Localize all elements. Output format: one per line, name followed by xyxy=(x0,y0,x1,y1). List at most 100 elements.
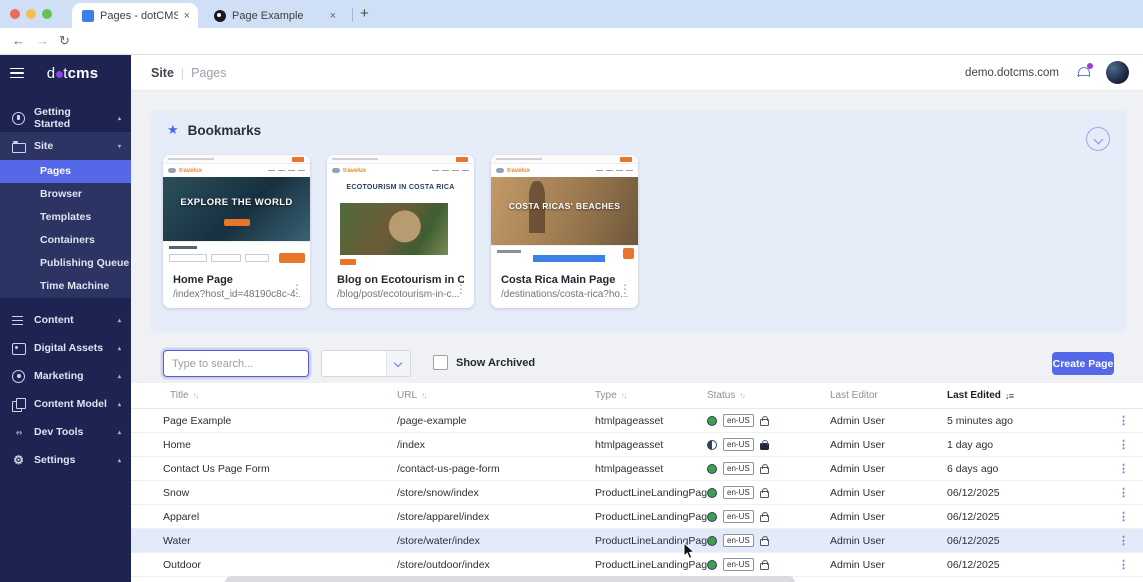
create-page-button[interactable]: Create Page xyxy=(1052,352,1114,375)
table-row[interactable]: Apparel /store/apparel/index ProductLine… xyxy=(131,505,1143,529)
sidebar-item-containers[interactable]: Containers xyxy=(0,229,131,252)
window-minimize-button[interactable] xyxy=(26,9,36,19)
sidebar-item-browser[interactable]: Browser xyxy=(0,183,131,206)
page-title[interactable]: Contact Us Page Form xyxy=(163,463,397,475)
column-header-status[interactable]: Status↑↓ xyxy=(707,390,830,401)
chevron-up-icon[interactable]: ▴ xyxy=(118,429,121,436)
column-header-type[interactable]: Type↑↓ xyxy=(595,390,707,401)
bookmark-card-costa-rica[interactable]: travelux COSTA RICAS' BEACHES Costa Rica… xyxy=(491,155,638,308)
breadcrumb-site[interactable]: Site xyxy=(151,66,174,80)
sidebar-item-digital-assets[interactable]: Digital Assets ▴ xyxy=(0,334,131,362)
chevron-up-icon[interactable]: ▴ xyxy=(118,457,121,464)
horizontal-scrollbar[interactable] xyxy=(225,576,795,582)
table-row-hovered[interactable]: Water /store/water/index ProductLineLand… xyxy=(131,529,1143,553)
column-header-last-edited[interactable]: Last Edited↓≡ xyxy=(947,390,1106,401)
sidebar-item-getting-started[interactable]: Getting Started ▴ xyxy=(0,104,131,132)
sidebar-item-templates[interactable]: Templates xyxy=(0,206,131,229)
table-row[interactable]: Snow /store/snow/index ProductLineLandin… xyxy=(131,481,1143,505)
bookmarks-star-icon: ★ xyxy=(167,122,179,138)
column-header-title[interactable]: Title↑↓ xyxy=(163,390,397,401)
row-menu-icon[interactable]: ⋮ xyxy=(1106,558,1143,571)
chevron-up-icon[interactable]: ▴ xyxy=(118,345,121,352)
browser-tab-active[interactable]: Pages - dotCMS Content Ma × xyxy=(72,3,198,28)
row-menu-icon[interactable]: ⋮ xyxy=(1106,486,1143,499)
row-menu-icon[interactable]: ⋮ xyxy=(1106,534,1143,547)
browser-tab-inactive[interactable]: Page Example × xyxy=(204,3,344,28)
lock-icon xyxy=(760,515,769,522)
sidebar-item-content-model[interactable]: Content Model ▴ xyxy=(0,390,131,418)
chevron-down-icon[interactable]: ▾ xyxy=(118,143,121,150)
user-avatar[interactable] xyxy=(1106,61,1129,84)
show-archived-checkbox[interactable] xyxy=(433,355,448,370)
new-tab-button[interactable]: + xyxy=(360,5,369,22)
sidebar-item-content[interactable]: Content ▴ xyxy=(0,306,131,334)
back-icon[interactable]: ← xyxy=(12,33,25,48)
blue-bar xyxy=(533,255,605,262)
row-menu-icon[interactable]: ⋮ xyxy=(1106,510,1143,523)
column-header-last-editor[interactable]: Last Editor xyxy=(830,390,947,401)
sidebar-item-publishing-queue[interactable]: Publishing Queue xyxy=(0,252,131,275)
page-url: /index xyxy=(397,439,595,451)
folder-icon xyxy=(12,140,25,153)
language-select[interactable] xyxy=(321,350,411,377)
page-title[interactable]: Apparel xyxy=(163,511,397,523)
bookmark-title[interactable]: Home Page xyxy=(173,274,300,286)
page-title[interactable]: Water xyxy=(163,535,397,547)
thumbnail-topbar xyxy=(327,155,474,164)
page-type: htmlpageasset xyxy=(595,463,707,475)
thumbnail-nav-links xyxy=(432,170,469,172)
chevron-up-icon[interactable]: ▴ xyxy=(118,401,121,408)
page-title[interactable]: Page Example xyxy=(163,415,397,427)
image-icon xyxy=(12,342,25,355)
tab-close-icon[interactable]: × xyxy=(184,10,190,22)
sort-icon[interactable]: ↑↓ xyxy=(193,391,198,400)
chevron-up-icon[interactable]: ▴ xyxy=(118,373,121,380)
bookmark-card-home-page[interactable]: travelux EXPLORE THE WORLD Home Page /in… xyxy=(163,155,310,308)
language-badge: en-US xyxy=(723,510,754,523)
bookmark-menu-icon[interactable]: ⋮ xyxy=(291,282,303,296)
lock-icon xyxy=(760,539,769,546)
window-close-button[interactable] xyxy=(10,9,20,19)
thumbnail-navbar: travelux xyxy=(491,164,638,177)
sidebar-item-time-machine[interactable]: Time Machine xyxy=(0,275,131,298)
notifications-bell-icon[interactable] xyxy=(1077,67,1090,79)
sidebar-item-site[interactable]: Site ▾ xyxy=(0,132,131,160)
sidebar-item-dev-tools[interactable]: ‹·› Dev Tools ▴ xyxy=(0,418,131,446)
travelux-cloud-icon xyxy=(332,168,340,173)
table-row[interactable]: Home /index htmlpageasset en-US Admin Us… xyxy=(131,433,1143,457)
window-zoom-button[interactable] xyxy=(42,9,52,19)
tab-separator xyxy=(352,8,353,22)
search-input[interactable] xyxy=(163,350,309,377)
tab-close-icon[interactable]: × xyxy=(330,10,336,22)
bookmark-title[interactable]: Costa Rica Main Page xyxy=(501,274,628,286)
row-menu-icon[interactable]: ⋮ xyxy=(1106,462,1143,475)
forward-icon[interactable]: → xyxy=(36,33,49,48)
table-row[interactable]: Outdoor /store/outdoor/index ProductLine… xyxy=(131,553,1143,577)
reload-icon[interactable]: ↻ xyxy=(59,33,70,49)
bookmarks-collapse-button[interactable] xyxy=(1086,127,1110,151)
chevron-up-icon[interactable]: ▴ xyxy=(118,317,121,324)
sort-icon[interactable]: ↑↓ xyxy=(739,391,744,400)
sort-icon[interactable]: ↑↓ xyxy=(421,391,426,400)
chevron-up-icon[interactable]: ▴ xyxy=(118,115,121,122)
row-menu-icon[interactable]: ⋮ xyxy=(1106,438,1143,451)
hamburger-menu-icon[interactable] xyxy=(10,68,24,79)
sidebar-item-pages[interactable]: Pages xyxy=(0,160,131,183)
bookmark-menu-icon[interactable]: ⋮ xyxy=(619,282,631,296)
sort-icon[interactable]: ↑↓ xyxy=(621,391,626,400)
page-title[interactable]: Outdoor xyxy=(163,559,397,571)
current-site-host[interactable]: demo.dotcms.com xyxy=(965,67,1059,79)
status-dot xyxy=(707,536,717,546)
bookmark-title[interactable]: Blog on Ecotourism in Cost... xyxy=(337,274,464,286)
row-menu-icon[interactable]: ⋮ xyxy=(1106,414,1143,427)
sort-desc-icon[interactable]: ↓≡ xyxy=(1005,391,1014,401)
bookmark-card-blog-ecotourism[interactable]: travelux ECOTOURISM IN COSTA RICA Blog o… xyxy=(327,155,474,308)
table-row[interactable]: Contact Us Page Form /contact-us-page-fo… xyxy=(131,457,1143,481)
table-row[interactable]: Page Example /page-example htmlpageasset… xyxy=(131,409,1143,433)
sidebar-item-marketing[interactable]: Marketing ▴ xyxy=(0,362,131,390)
bookmark-menu-icon[interactable]: ⋮ xyxy=(455,282,467,296)
sidebar-item-settings[interactable]: ⚙ Settings ▴ xyxy=(0,446,131,474)
page-title[interactable]: Snow xyxy=(163,487,397,499)
page-title[interactable]: Home xyxy=(163,439,397,451)
column-header-url[interactable]: URL↑↓ xyxy=(397,390,595,401)
